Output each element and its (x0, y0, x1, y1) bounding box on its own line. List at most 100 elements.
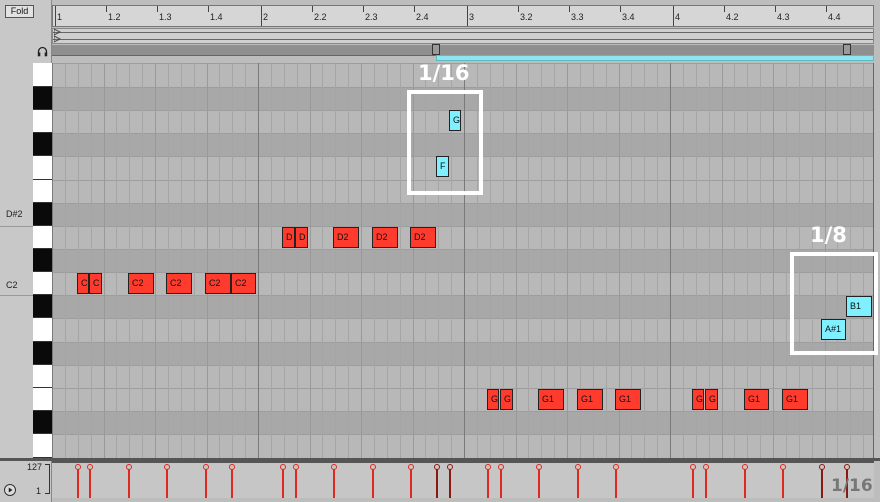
midi-note[interactable]: G (500, 389, 513, 410)
grid-row-line (52, 295, 873, 296)
velocity-stem[interactable] (410, 467, 412, 498)
midi-note[interactable]: D2 (333, 227, 359, 248)
velocity-stem[interactable] (295, 467, 297, 498)
velocity-stem[interactable] (744, 467, 746, 498)
velocity-stem[interactable] (577, 467, 579, 498)
velocity-handle[interactable] (690, 464, 696, 470)
velocity-handle[interactable] (434, 464, 440, 470)
velocity-stem[interactable] (449, 467, 451, 498)
velocity-stem[interactable] (538, 467, 540, 498)
velocity-handle[interactable] (126, 464, 132, 470)
velocity-stem[interactable] (231, 467, 233, 498)
velocity-handle[interactable] (703, 464, 709, 470)
midi-note[interactable]: D (295, 227, 308, 248)
velocity-handle[interactable] (408, 464, 414, 470)
midi-note[interactable]: G1 (577, 389, 603, 410)
piano-white-key[interactable] (33, 272, 52, 295)
grid-line (52, 63, 53, 458)
velocity-stem[interactable] (615, 467, 617, 498)
midi-note[interactable]: D2 (410, 227, 436, 248)
velocity-handle[interactable] (370, 464, 376, 470)
loop-end-handle[interactable] (843, 44, 851, 55)
midi-note[interactable]: G1 (782, 389, 808, 410)
velocity-handle[interactable] (331, 464, 337, 470)
piano-black-key[interactable] (33, 87, 52, 110)
piano-black-key[interactable] (33, 249, 52, 272)
velocity-stem[interactable] (705, 467, 707, 498)
piano-white-key[interactable] (33, 226, 52, 249)
piano-white-key[interactable] (33, 365, 52, 388)
velocity-lane[interactable] (52, 461, 874, 498)
midi-note[interactable]: G1 (615, 389, 641, 410)
velocity-stem[interactable] (436, 467, 438, 498)
velocity-stem[interactable] (782, 467, 784, 498)
midi-note[interactable]: G (487, 389, 499, 410)
ruler-label: 2 (263, 12, 269, 22)
velocity-stem[interactable] (487, 467, 489, 498)
velocity-handle[interactable] (164, 464, 170, 470)
grid-line (129, 63, 130, 458)
time-ruler[interactable]: 1 1.2 1.3 1.4 2 2.2 2.3 2.4 3 3.2 3.3 3.4 4 4.2 4.3 4.4 (52, 5, 874, 27)
loop-start-handle[interactable] (432, 44, 440, 55)
velocity-stem[interactable] (821, 467, 823, 498)
fold-button[interactable]: Fold (5, 5, 34, 18)
piano-white-key[interactable] (33, 388, 52, 411)
loop-brace-strip[interactable] (52, 28, 874, 44)
piano-black-key[interactable] (33, 411, 52, 434)
velocity-handle[interactable] (87, 464, 93, 470)
velocity-stem[interactable] (282, 467, 284, 498)
velocity-stem[interactable] (89, 467, 91, 498)
midi-note[interactable]: G (705, 389, 718, 410)
piano-white-key[interactable] (33, 180, 52, 203)
velocity-handle[interactable] (229, 464, 235, 470)
play-icon[interactable] (4, 484, 16, 496)
piano-black-key[interactable] (33, 295, 52, 318)
velocity-handle[interactable] (485, 464, 491, 470)
velocity-stem[interactable] (205, 467, 207, 498)
piano-white-key[interactable] (33, 110, 52, 133)
midi-note[interactable]: C (89, 273, 102, 294)
midi-note[interactable]: C (77, 273, 89, 294)
velocity-stem[interactable] (128, 467, 130, 498)
piano-white-key[interactable] (33, 434, 52, 458)
piano-black-key[interactable] (33, 342, 52, 365)
piano-white-key[interactable] (33, 156, 52, 180)
midi-note[interactable]: C2 (205, 273, 231, 294)
velocity-stem[interactable] (372, 467, 374, 498)
velocity-stem[interactable] (692, 467, 694, 498)
midi-note[interactable]: C2 (231, 273, 256, 294)
piano-black-key[interactable] (33, 133, 52, 156)
velocity-handle[interactable] (819, 464, 825, 470)
velocity-handle[interactable] (613, 464, 619, 470)
headphone-icon[interactable] (37, 46, 48, 57)
piano-white-key[interactable] (33, 63, 52, 87)
midi-note[interactable]: D2 (372, 227, 398, 248)
velocity-handle[interactable] (575, 464, 581, 470)
velocity-handle[interactable] (536, 464, 542, 470)
grid-line (65, 63, 66, 458)
velocity-handle[interactable] (498, 464, 504, 470)
velocity-handle[interactable] (742, 464, 748, 470)
velocity-handle[interactable] (203, 464, 209, 470)
velocity-handle[interactable] (293, 464, 299, 470)
velocity-handle[interactable] (75, 464, 81, 470)
midi-note[interactable]: G (692, 389, 704, 410)
velocity-stem[interactable] (333, 467, 335, 498)
velocity-stem[interactable] (77, 467, 79, 498)
velocity-scale-bracket (45, 464, 50, 494)
piano-white-key[interactable] (33, 318, 52, 342)
velocity-handle[interactable] (780, 464, 786, 470)
piano-black-key[interactable] (33, 203, 52, 226)
midi-note[interactable]: D (282, 227, 295, 248)
midi-note[interactable]: G1 (744, 389, 769, 410)
midi-note[interactable]: C2 (166, 273, 192, 294)
velocity-stem[interactable] (500, 467, 502, 498)
midi-note[interactable]: C2 (128, 273, 154, 294)
velocity-handle[interactable] (447, 464, 453, 470)
selection-range-bar[interactable] (436, 55, 874, 61)
velocity-handle[interactable] (280, 464, 286, 470)
midi-note[interactable]: G1 (538, 389, 564, 410)
velocity-stem[interactable] (166, 467, 168, 498)
velocity-handle[interactable] (844, 464, 850, 470)
loop-start-marker-icon[interactable] (54, 29, 62, 43)
